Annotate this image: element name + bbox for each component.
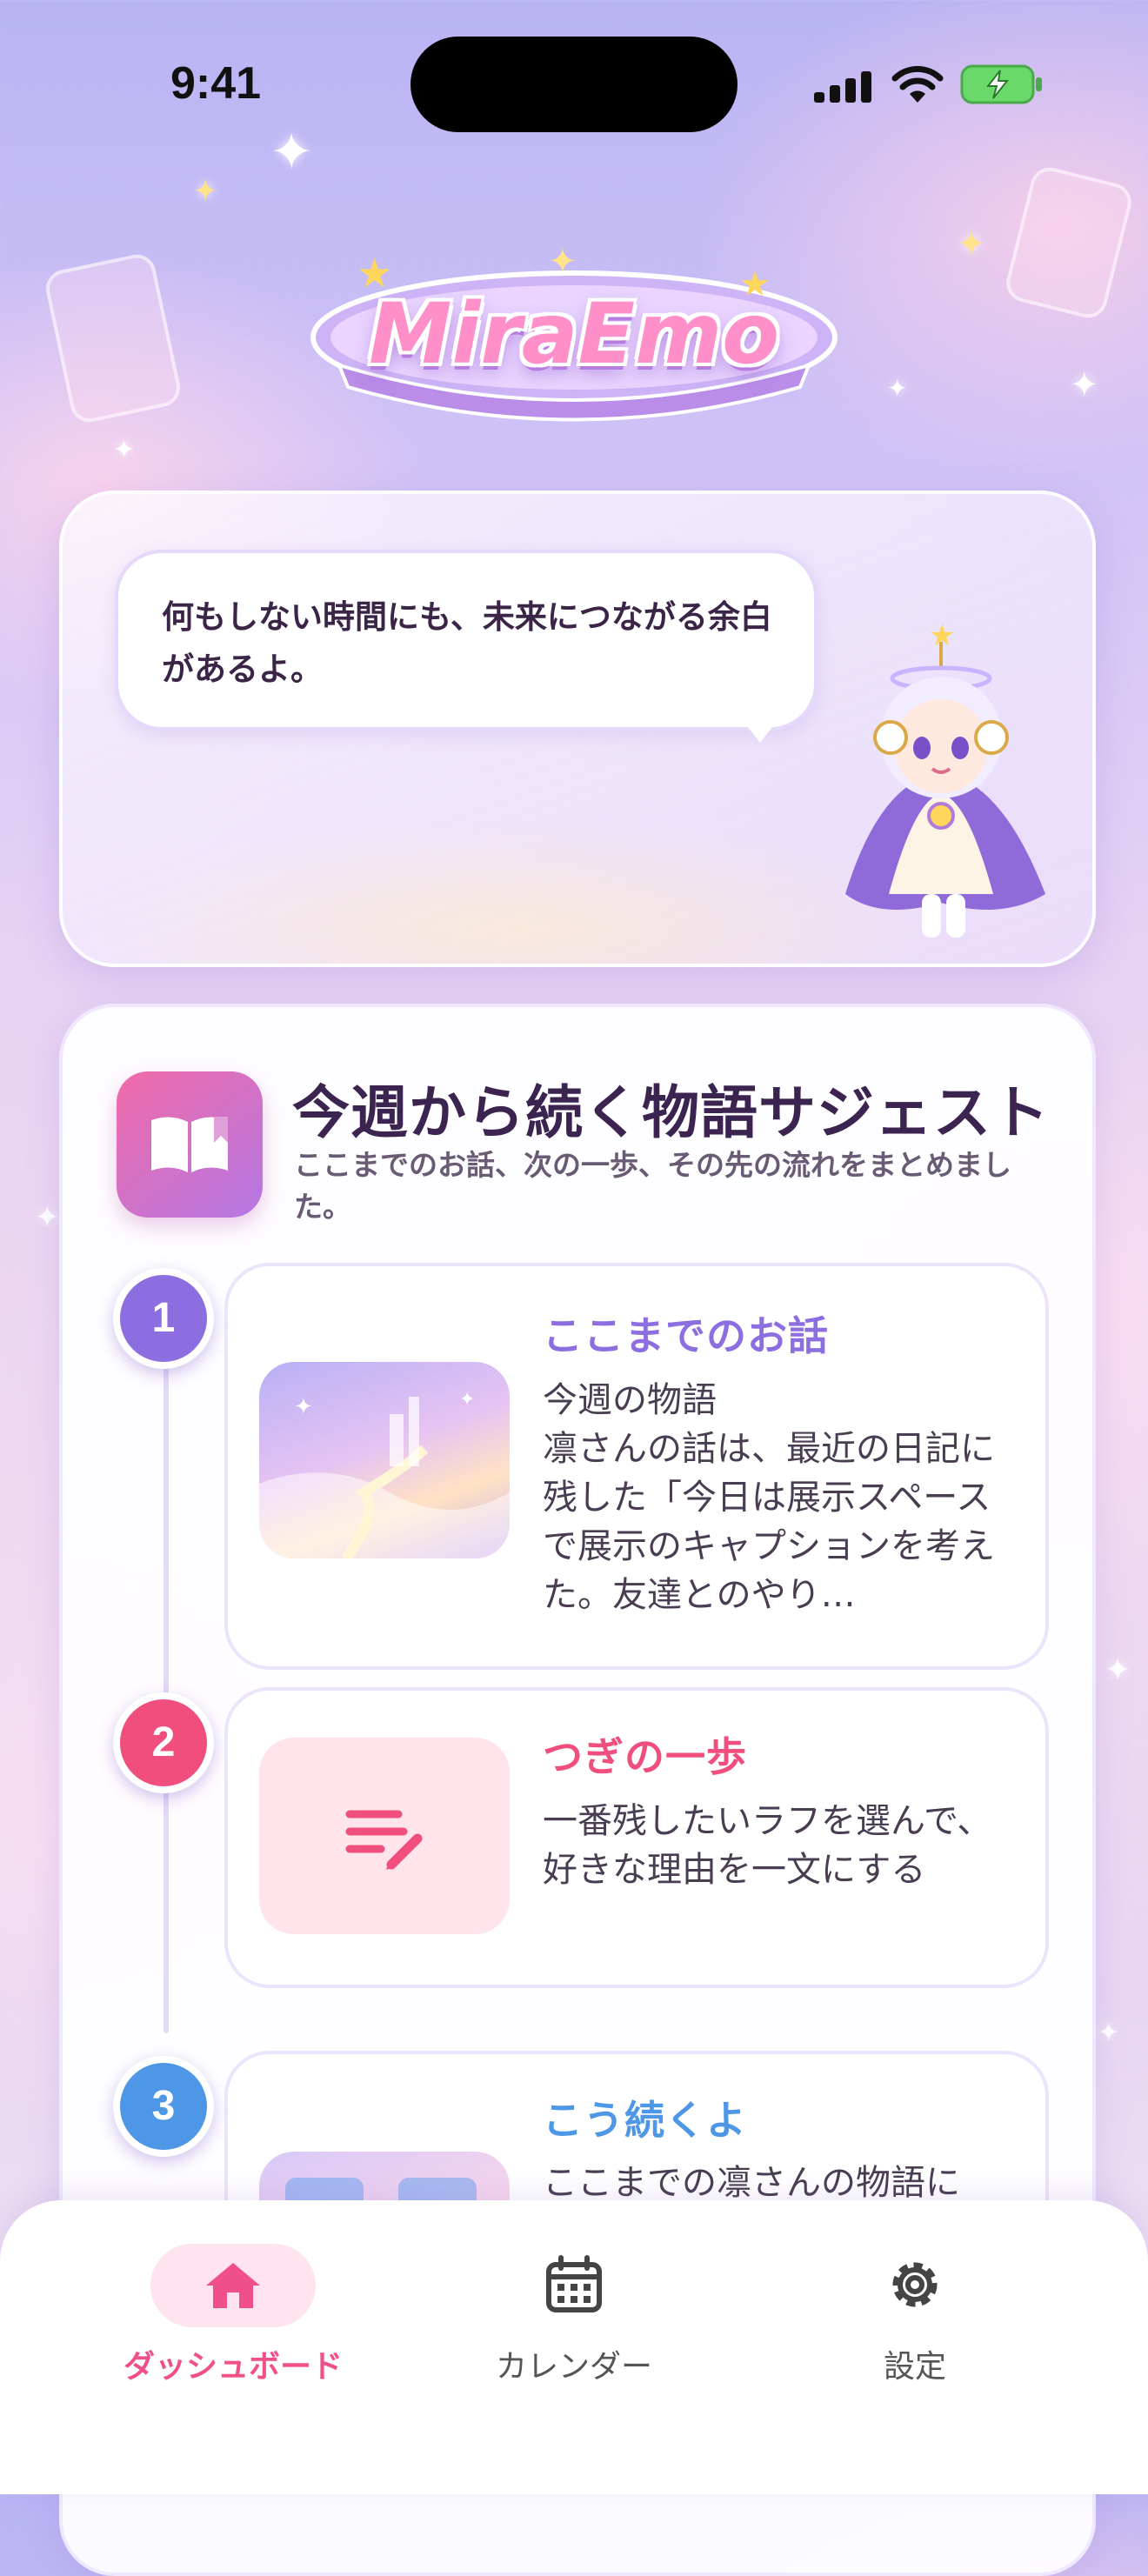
step-body-2: 一番残したいラフを選んで、好きな理由を一文にする: [543, 1801, 992, 1890]
svg-text:✦: ✦: [294, 1394, 313, 1420]
story-thumbnail-image: ✦ ✦: [259, 1362, 510, 1558]
step-heading-1: ここまでのお話: [543, 1312, 829, 1359]
home-icon: [206, 2263, 260, 2308]
step-number-3: 3: [113, 2056, 214, 2157]
logo-text: MiraEmo: [368, 285, 780, 383]
decorative-tarot-card: [1002, 164, 1136, 322]
app-logo: ★ ★ ✦ MiraEmo: [287, 235, 861, 426]
dynamic-island: [410, 37, 738, 132]
speech-bubble: 何もしない時間にも、未来につながる余白があるよ。: [115, 550, 818, 731]
message-card: 何もしない時間にも、未来につながる余白があるよ。 ★: [59, 491, 1096, 967]
step-number-1: 1: [113, 1268, 214, 1369]
bottom-tab-bar: ダッシュボード カレンダー 設定: [0, 2200, 1148, 2494]
gear-icon: [892, 2262, 938, 2307]
calendar-icon: [546, 2255, 602, 2312]
tab-dashboard[interactable]: ダッシュボード: [103, 2244, 364, 2386]
message-text: 何もしない時間にも、未来につながる余白があるよ。: [162, 598, 772, 688]
step-card-story-so-far[interactable]: ✦ ✦ ここまでのお話 今週の物語 凛さんの話は、最近の日記に残した「今日は展示…: [224, 1263, 1049, 1670]
step-body-1: 今週の物語 凛さんの話は、最近の日記に残した「今日は展示スペースで展示のキャプシ…: [543, 1380, 995, 1615]
svg-text:★: ★: [929, 618, 955, 653]
wifi-icon: [891, 65, 944, 103]
svg-text:✦: ✦: [459, 1389, 475, 1411]
battery-charging-icon: [960, 64, 1042, 104]
suggest-title: 今週から続く物語サジェスト: [292, 1079, 1050, 1146]
edit-list-icon: [259, 1738, 510, 1934]
tab-calendar[interactable]: カレンダー: [444, 2244, 704, 2386]
tab-label-calendar: カレンダー: [495, 2349, 652, 2385]
tab-settings[interactable]: 設定: [784, 2244, 1045, 2386]
tab-label-dashboard: ダッシュボード: [123, 2349, 343, 2385]
decorative-tarot-card: [42, 250, 184, 426]
step-card-next-step[interactable]: つぎの一歩 一番残したいラフを選んで、好きな理由を一文にする: [224, 1687, 1049, 1988]
timeline-connector: [164, 1772, 169, 2033]
svg-text:✦: ✦: [548, 242, 577, 282]
suggest-subtitle: ここまでのお話、次の一歩、その先の流れをまとめました。: [294, 1148, 1011, 1224]
step-number-2: 2: [113, 1692, 214, 1793]
mascot-character: ★: [845, 618, 1045, 938]
book-icon: [117, 1071, 263, 1218]
status-time: 9:41: [170, 58, 262, 109]
step-heading-2: つぎの一歩: [543, 1733, 747, 1780]
tab-label-settings: 設定: [883, 2349, 946, 2385]
cellular-signal-icon: [814, 71, 871, 103]
step-heading-3: こう続くよ: [543, 2097, 747, 2144]
speech-bubble-tail: [741, 718, 779, 743]
active-tab-pill: [150, 2244, 316, 2327]
